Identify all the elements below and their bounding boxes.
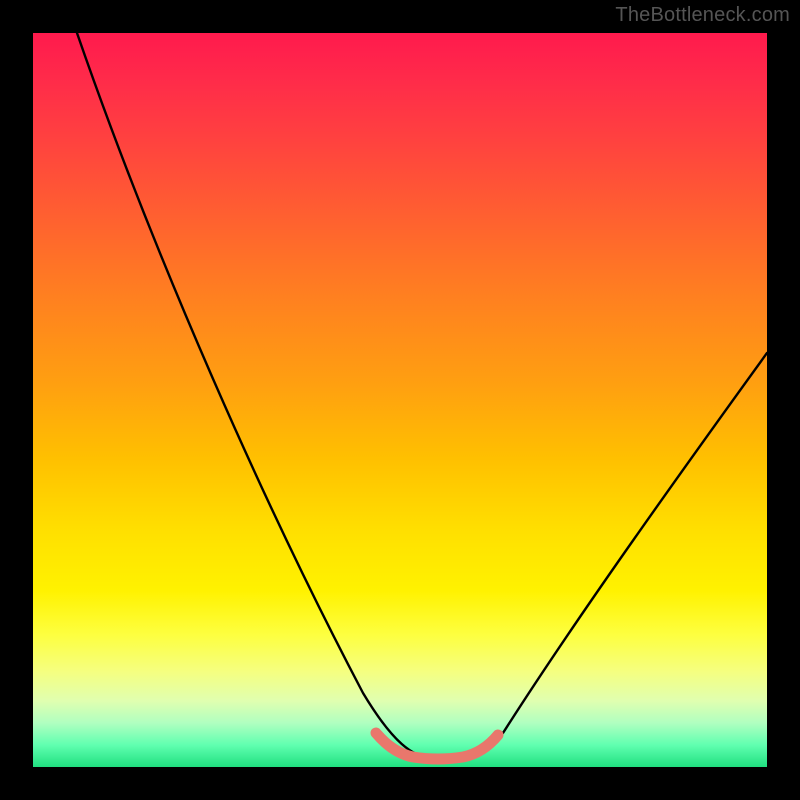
chart-frame: TheBottleneck.com (0, 0, 800, 800)
curve-layer (33, 33, 767, 767)
bottleneck-curve (77, 33, 767, 759)
plot-area (33, 33, 767, 767)
watermark-text: TheBottleneck.com (615, 4, 790, 27)
